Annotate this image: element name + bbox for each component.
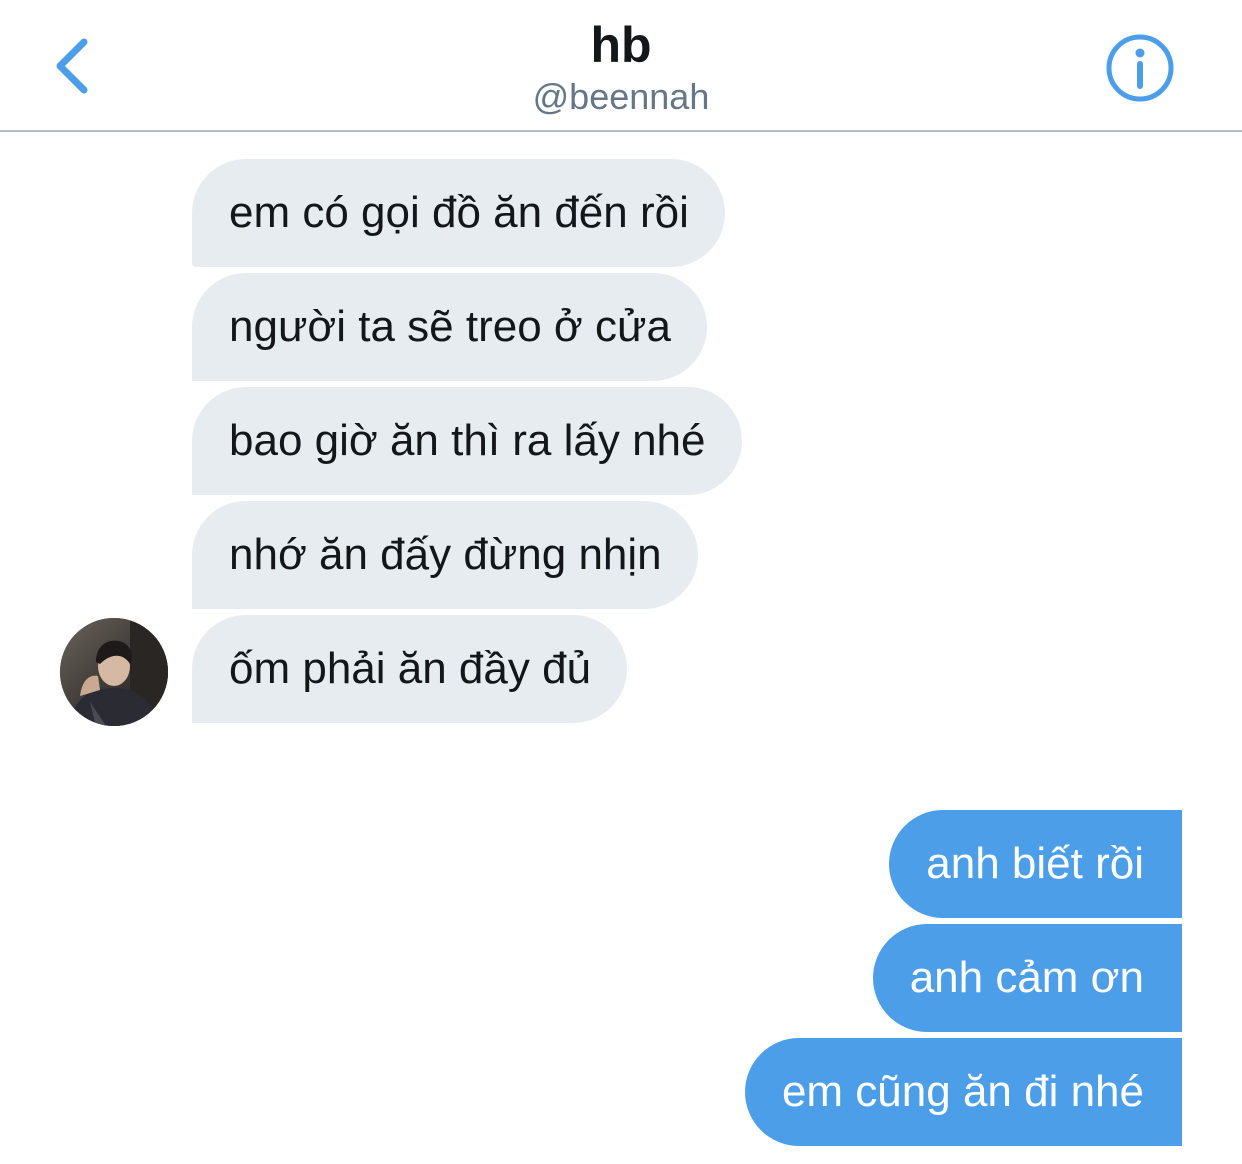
contact-name: hb [590, 17, 652, 73]
outgoing-message[interactable]: anh biết rồi [889, 810, 1182, 918]
conversation-header: hb @beennah [0, 0, 1242, 132]
contact-handle: @beennah [532, 76, 710, 117]
incoming-message[interactable]: ốm phải ăn đầy đủ [192, 615, 628, 723]
info-button[interactable] [1104, 32, 1176, 104]
incoming-message[interactable]: nhớ ăn đấy đừng nhịn [192, 501, 698, 609]
incoming-message[interactable]: người ta sẽ treo ở cửa [192, 273, 707, 381]
outgoing-message[interactable]: em cũng ăn đi nhé [744, 1038, 1182, 1146]
incoming-message[interactable]: em có gọi đồ ăn đến rồi [192, 159, 725, 267]
info-circle-icon [1106, 34, 1174, 102]
contact-avatar[interactable] [60, 618, 168, 726]
incoming-message[interactable]: bao giờ ăn thì ra lấy nhé [192, 387, 742, 495]
avatar-photo [60, 618, 168, 726]
outgoing-message[interactable]: anh cảm ơn [872, 924, 1182, 1032]
conversation-title-block: hb @beennah [0, 14, 1242, 118]
